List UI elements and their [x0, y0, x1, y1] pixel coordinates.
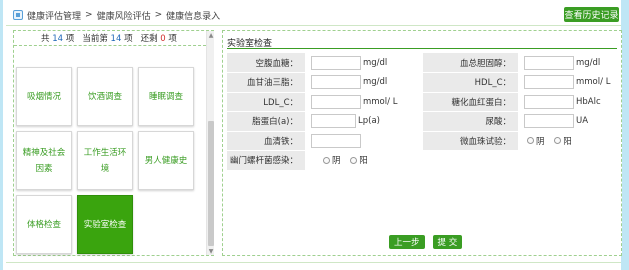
occult-blood-negative-radio[interactable]: [527, 137, 534, 145]
h-pylori-negative-radio[interactable]: [323, 156, 330, 164]
occult-blood-label: 微血珠试验：: [423, 131, 518, 151]
hdl-c-label: HDL_C：: [423, 72, 518, 93]
lab-exam-form-panel: 实验室检查 空腹血糖： mg/dl 血总胆固醇： mg/dl 血甘油三脂： mg…: [222, 30, 622, 256]
fasting-glucose-input[interactable]: [311, 55, 361, 70]
scrollbar-thumb[interactable]: [208, 121, 214, 246]
unit-label: UA: [576, 116, 589, 127]
uric-acid-input[interactable]: [524, 114, 574, 129]
tile-mental-social[interactable]: 精神及社会因素: [16, 131, 72, 190]
form-actions: 上一步 提 交: [389, 235, 463, 249]
h-pylori-label: 幽门螺杆菌感染：: [227, 150, 305, 171]
serum-iron-input[interactable]: [311, 133, 361, 148]
form-row: 空腹血糖： mg/dl 血总胆固醇： mg/dl: [227, 53, 620, 73]
breadcrumb-item-3: 健康信息录入: [166, 11, 221, 22]
tile-drinking[interactable]: 饮酒调查: [77, 67, 133, 126]
total-count: 14: [52, 34, 64, 44]
breadcrumb: 健康评估管理 > 健康风险评估 > 健康信息录入: [13, 8, 220, 22]
unit-label: mmol/ L: [363, 96, 398, 107]
scroll-up-icon[interactable]: ▲: [207, 31, 215, 39]
breadcrumb-item-2[interactable]: 健康风险评估: [97, 9, 151, 22]
unit-label: HbAlc: [576, 96, 601, 107]
breadcrumb-separator: >: [154, 10, 163, 20]
total-cholesterol-input[interactable]: [524, 55, 574, 70]
category-panel: 共 14 项 当前第 14 项 还剩 0 项 吸烟情况 饮酒调查 睡眠调查 精神…: [13, 30, 214, 256]
breadcrumb-item-1[interactable]: 健康评估管理: [27, 9, 81, 22]
submit-button[interactable]: 提 交: [432, 235, 463, 249]
unit-label: Lp(a): [358, 116, 380, 127]
tile-lab-exam[interactable]: 实验室检查: [77, 195, 133, 254]
form-row: 脂蛋白(a)： Lp(a) 尿酸： UA: [227, 111, 620, 132]
remaining-count: 0: [160, 34, 166, 44]
page-frame: 健康评估管理 > 健康风险评估 > 健康信息录入 查看历史记录 共 14 项 当…: [0, 0, 629, 270]
hba1c-input[interactable]: [524, 94, 574, 109]
section-divider: [227, 48, 617, 49]
ldl-c-input[interactable]: [311, 94, 361, 109]
ldl-c-label: LDL_C：: [227, 92, 305, 112]
tile-work-environment[interactable]: 工作生活环境: [77, 131, 133, 190]
lipoprotein-a-input[interactable]: [311, 114, 356, 129]
counter-divider: [14, 45, 206, 46]
total-cholesterol-label: 血总胆固醇：: [423, 53, 518, 73]
tile-smoking[interactable]: 吸烟情况: [16, 67, 72, 126]
tile-physical-exam[interactable]: 体格检查: [16, 195, 72, 254]
uric-acid-label: 尿酸：: [423, 111, 518, 132]
unit-label: mg/dl: [363, 57, 388, 68]
scrollbar[interactable]: ▲ ▼: [206, 31, 214, 255]
scroll-down-icon[interactable]: ▼: [207, 247, 215, 255]
unit-label: mg/dl: [363, 77, 388, 88]
form-row: 血清铁： 微血珠试验： 阴 阳: [227, 131, 620, 151]
progress-counter: 共 14 项 当前第 14 项 还剩 0 项: [41, 34, 177, 44]
current-index: 14: [110, 34, 122, 44]
lab-exam-form: 空腹血糖： mg/dl 血总胆固醇： mg/dl 血甘油三脂： mg/dl HD…: [227, 53, 620, 171]
tile-sleep[interactable]: 睡眠调查: [138, 67, 194, 126]
breadcrumb-separator: >: [85, 10, 93, 20]
hdl-c-input[interactable]: [524, 75, 574, 90]
home-icon: [13, 10, 23, 20]
triglyceride-input[interactable]: [311, 75, 361, 90]
h-pylori-positive-radio[interactable]: [350, 156, 358, 164]
form-row: 血甘油三脂： mg/dl HDL_C： mmol/ L: [227, 72, 620, 93]
unit-label: mg/dl: [576, 57, 601, 68]
view-history-button[interactable]: 查看历史记录: [564, 7, 619, 22]
tile-male-health-history[interactable]: 男人健康史: [138, 131, 194, 190]
fasting-glucose-label: 空腹血糖：: [227, 53, 305, 73]
serum-iron-label: 血清铁：: [227, 131, 305, 151]
bottom-divider: [6, 262, 621, 263]
lipoprotein-a-label: 脂蛋白(a)：: [227, 111, 305, 132]
triglyceride-label: 血甘油三脂：: [227, 72, 305, 93]
unit-label: mmol/ L: [576, 77, 611, 88]
hba1c-label: 糖化血红蛋白：: [423, 92, 518, 112]
top-divider: [6, 25, 621, 26]
form-row: LDL_C： mmol/ L 糖化血红蛋白： HbAlc: [227, 92, 620, 112]
form-row: 幽门螺杆菌感染： 阴 阳: [227, 150, 620, 171]
occult-blood-positive-radio[interactable]: [554, 137, 562, 145]
previous-step-button[interactable]: 上一步: [389, 235, 425, 249]
